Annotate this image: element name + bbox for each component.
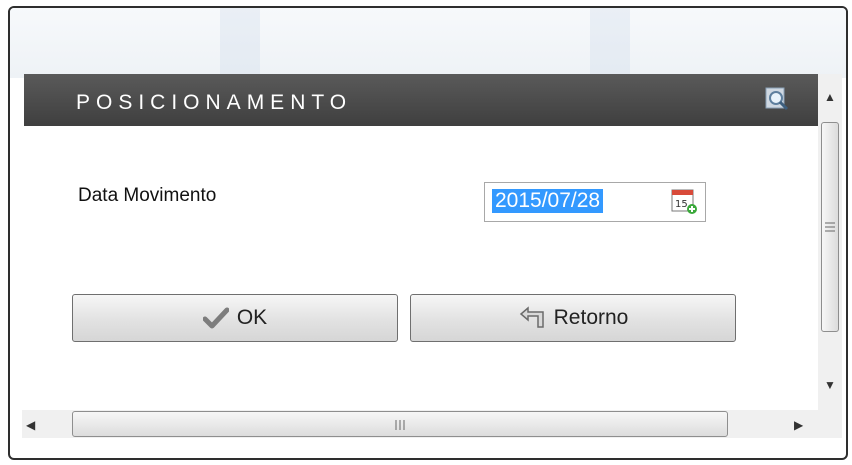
return-button[interactable]: Retorno [410, 294, 736, 342]
date-value[interactable]: 2015/07/28 [492, 189, 604, 213]
panel-header: POSICIONAMENTO [24, 74, 818, 126]
resize-grip[interactable] [818, 410, 842, 438]
calendar-icon[interactable]: 15 [669, 186, 699, 216]
vertical-scroll-thumb[interactable] [821, 122, 839, 332]
grip-icon [825, 222, 835, 232]
checkmark-icon [202, 307, 229, 329]
scroll-up-arrow[interactable]: ▲ [824, 90, 836, 104]
horizontal-scroll-thumb[interactable] [72, 411, 728, 437]
dialog-window: POSICIONAMENTO Data Movimento 2015/07/28… [8, 6, 848, 460]
panel-title: POSICIONAMENTO [76, 91, 353, 114]
scroll-right-arrow[interactable]: ▶ [794, 418, 803, 432]
return-button-label: Retorno [553, 306, 629, 329]
date-field[interactable]: 2015/07/28 15 [484, 182, 706, 222]
search-icon[interactable] [764, 86, 790, 112]
ok-button[interactable]: OK [72, 294, 398, 342]
grip-icon [395, 420, 405, 430]
svg-text:15: 15 [675, 199, 688, 210]
top-background [10, 8, 846, 78]
scroll-left-arrow[interactable]: ◀ [26, 418, 35, 432]
ok-button-label: OK [236, 306, 268, 329]
date-label: Data Movimento [78, 185, 217, 206]
return-arrow-icon [519, 306, 544, 328]
scroll-down-arrow[interactable]: ▼ [824, 378, 836, 392]
